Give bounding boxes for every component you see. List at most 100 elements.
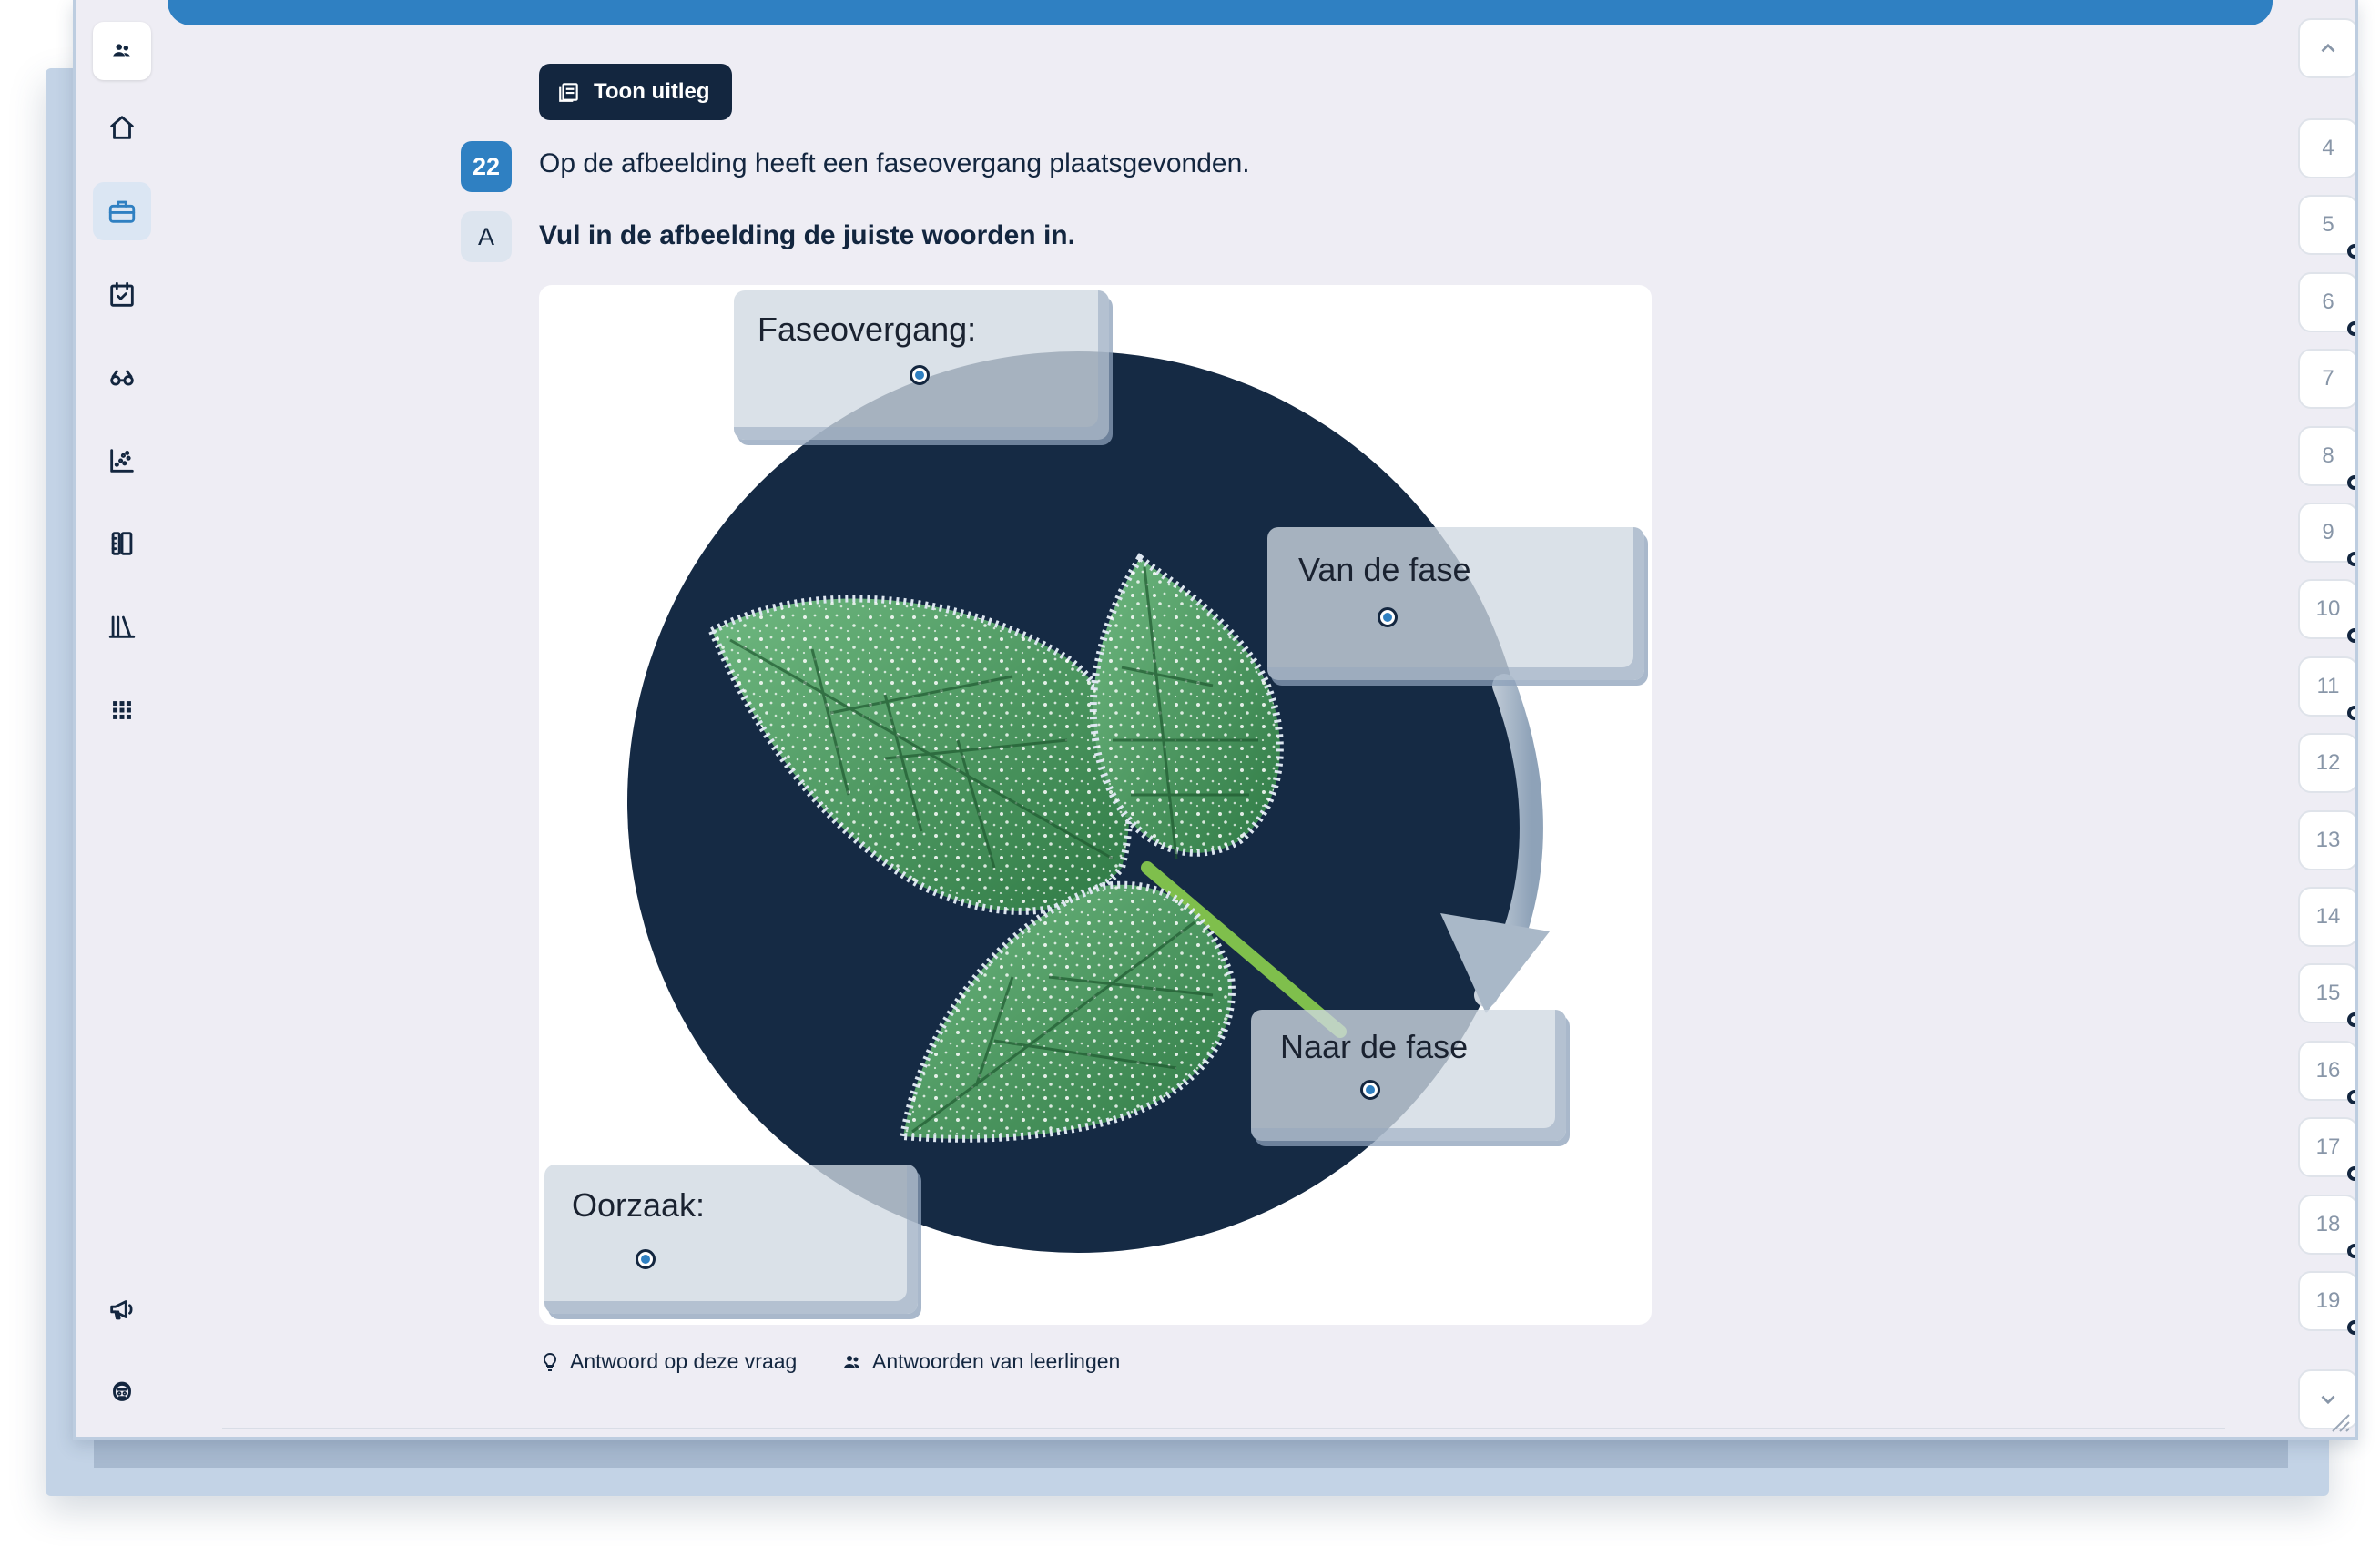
question-nav-label: 8 [2322, 442, 2334, 468]
answered-indicator-icon [2347, 1243, 2355, 1258]
drop-target-van-de-fase[interactable] [1378, 607, 1398, 627]
drop-label-naar-de-fase: Naar de fase [1280, 1028, 1469, 1065]
megaphone-icon [110, 1300, 133, 1320]
question-nav-label: 5 [2322, 212, 2334, 238]
drop-zone-faseovergang[interactable]: Faseovergang: [734, 290, 1109, 440]
sidebar [76, 0, 168, 1437]
question-nav-item[interactable]: 10 [2298, 579, 2355, 644]
briefcase-icon [108, 200, 136, 223]
sidebar-item-home[interactable] [93, 98, 151, 157]
answered-indicator-icon [2347, 552, 2355, 566]
calendar-check-icon [110, 281, 134, 307]
question-nav-item[interactable]: 8 [2298, 425, 2355, 490]
drop-zone-naar-de-fase[interactable]: Naar de fase [1251, 1010, 1566, 1141]
question-nav-label: 16 [2315, 1057, 2341, 1083]
answered-indicator-icon [2347, 474, 2355, 490]
question-nav-item[interactable]: 9 [2298, 503, 2355, 566]
library-icon [108, 615, 136, 638]
question-nav-item[interactable]: 11 [2298, 656, 2355, 720]
sidebar-item-announcements[interactable] [93, 1280, 151, 1338]
chevron-down-icon [2321, 1395, 2335, 1405]
question-nav-label: 19 [2315, 1288, 2341, 1313]
glasses-icon [110, 370, 134, 386]
drop-zone-van-de-fase[interactable]: Van de fase [1267, 527, 1644, 680]
answered-indicator-icon [2347, 320, 2355, 336]
drop-target-faseovergang[interactable] [910, 365, 930, 385]
question-nav-item[interactable]: 13 [2298, 809, 2355, 870]
subquestion-instruction: Vul in de afbeelding de juiste woorden i… [539, 220, 1075, 250]
question-nav-label: 17 [2315, 1134, 2341, 1160]
question-nav-item[interactable]: 15 [2298, 963, 2355, 1028]
answered-indicator-icon [2347, 628, 2355, 644]
home-icon [110, 116, 134, 139]
question-nav-item[interactable]: 16 [2298, 1040, 2355, 1104]
question-nav-item[interactable]: 12 [2298, 733, 2355, 794]
question-nav-item[interactable]: 5 [2298, 195, 2355, 259]
show-explanation-label: Toon uitleg [594, 79, 710, 104]
people-icon [844, 1355, 859, 1368]
sidebar-item-review[interactable] [93, 349, 151, 407]
question-nav-label: 9 [2322, 520, 2334, 544]
drop-label-faseovergang: Faseovergang: [758, 310, 977, 348]
progress-bar [168, 0, 2273, 25]
chevron-up-icon [2321, 43, 2335, 53]
sidebar-item-planner[interactable] [93, 266, 151, 324]
answered-indicator-icon [2347, 1089, 2355, 1104]
sidebar-item-courses[interactable] [93, 182, 151, 240]
drop-target-naar-de-fase[interactable] [1360, 1080, 1380, 1100]
lightbulb-icon [543, 1352, 557, 1371]
question-nav-label: 6 [2322, 289, 2334, 314]
drop-label-oorzaak: Oorzaak: [572, 1186, 706, 1224]
sidebar-item-results[interactable] [93, 432, 151, 490]
answered-indicator-icon [2347, 1012, 2355, 1028]
question-nav-label: 10 [2315, 596, 2341, 622]
ruler-book-icon [111, 532, 133, 555]
subquestion-badge: A [461, 211, 512, 262]
apps-grid-icon [113, 701, 131, 719]
sidebar-item-support[interactable] [93, 1363, 151, 1421]
question-nav-item[interactable]: 7 [2298, 349, 2355, 410]
divider [222, 1428, 2225, 1429]
show-explanation-button[interactable]: Toon uitleg [539, 64, 732, 120]
drop-target-oorzaak[interactable] [636, 1249, 656, 1269]
question-text: Op de afbeelding heeft een faseovergang … [539, 148, 1250, 178]
answered-indicator-icon [2347, 705, 2355, 720]
resize-grip-icon[interactable] [2327, 1409, 2351, 1433]
question-nav-label: 14 [2315, 904, 2341, 929]
sidebar-item-apps[interactable] [93, 681, 151, 739]
question-nav-item[interactable]: 4 [2298, 118, 2355, 178]
question-nav-label: 13 [2315, 827, 2341, 852]
profile-icon [113, 44, 130, 57]
answered-indicator-icon [2347, 1320, 2355, 1335]
app-window: Toon uitleg 22 Op de afbeelding heeft ee… [73, 0, 2358, 1440]
book-icon [559, 83, 578, 102]
question-nav-label: 15 [2315, 981, 2341, 1006]
question-nav-label: 12 [2315, 750, 2341, 776]
profile-button[interactable] [93, 22, 151, 80]
sidebar-item-tools[interactable] [93, 514, 151, 573]
answer-link[interactable]: Antwoord op deze vraag [539, 1349, 797, 1374]
question-nav-item[interactable]: 14 [2298, 887, 2355, 947]
support-agent-icon [113, 1381, 131, 1401]
question-image: Faseovergang: Van de fase Naar de fase O… [539, 285, 1652, 1325]
student-answers-link[interactable]: Antwoorden van leerlingen [841, 1349, 1120, 1374]
student-answers-label: Antwoorden van leerlingen [872, 1349, 1121, 1373]
answer-link-label: Antwoord op deze vraag [570, 1349, 798, 1373]
question-number-badge: 22 [461, 141, 512, 192]
drop-label-van-de-fase: Van de fase [1298, 551, 1471, 588]
question-nav-item[interactable]: 17 [2298, 1117, 2355, 1182]
question-nav-item[interactable]: 6 [2298, 271, 2355, 336]
question-nav-label: 4 [2322, 136, 2334, 160]
scroll-up-button[interactable] [2298, 18, 2355, 78]
answered-indicator-icon [2347, 244, 2355, 259]
drop-zone-oorzaak[interactable]: Oorzaak: [544, 1165, 918, 1314]
question-nav-label: 7 [2322, 366, 2334, 392]
question-nav-label: 11 [2316, 673, 2340, 698]
sidebar-item-library[interactable] [93, 597, 151, 656]
question-nav-item[interactable]: 18 [2298, 1194, 2355, 1258]
answered-indicator-icon [2347, 1166, 2355, 1182]
question-nav-item[interactable]: 19 [2298, 1271, 2355, 1335]
scatter-chart-icon [110, 449, 134, 473]
question-nav-label: 18 [2315, 1211, 2341, 1236]
question-navigator: 4 5 6 7 8 9 10 11 12 13 14 15 16 17 18 19 [2298, 0, 2355, 1437]
